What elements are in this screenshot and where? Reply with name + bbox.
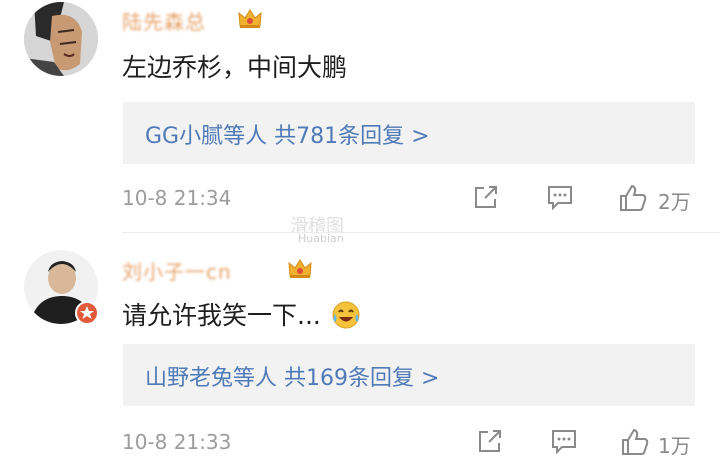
laugh-cry-emoji-icon xyxy=(332,301,360,329)
verified-badge-icon xyxy=(75,301,99,325)
divider xyxy=(122,232,720,233)
username[interactable]: 陆先森总 xyxy=(122,6,206,35)
like-icon[interactable] xyxy=(618,183,648,213)
replies-summary[interactable]: GG小腻等人 共781条回复 > xyxy=(123,102,695,164)
comment-item: 刘小子一cn 请允许我笑一下... 山野老兔等人 共169条回复 > 10-8 … xyxy=(0,238,720,460)
replies-summary-label: GG小腻等人 共781条回复 > xyxy=(145,124,430,149)
replies-summary[interactable]: 山野老兔等人 共169条回复 > xyxy=(123,344,695,406)
comment-text-label: 请允许我笑一下... xyxy=(122,301,321,330)
comment-item: 陆先森总 左边乔杉，中间大鹏 GG小腻等人 共781条回复 > 10-8 21:… xyxy=(0,0,720,233)
share-icon[interactable] xyxy=(472,183,500,211)
avatar[interactable] xyxy=(24,2,98,76)
comment-icon[interactable] xyxy=(546,183,574,211)
comment-icon[interactable] xyxy=(550,427,578,455)
comment-text: 请允许我笑一下... xyxy=(122,296,361,332)
username[interactable]: 刘小子一cn xyxy=(122,256,232,285)
like-count: 2万 xyxy=(658,190,691,214)
share-icon[interactable] xyxy=(476,427,504,455)
replies-summary-label: 山野老兔等人 共169条回复 > xyxy=(145,366,440,391)
comment-time: 10-8 21:33 xyxy=(122,430,232,454)
comment-time: 10-8 21:34 xyxy=(122,186,232,210)
crown-icon xyxy=(238,9,262,28)
crown-icon xyxy=(288,259,312,278)
like-count: 1万 xyxy=(658,434,691,458)
comment-text: 左边乔杉，中间大鹏 xyxy=(122,53,348,82)
like-icon[interactable] xyxy=(620,427,650,457)
